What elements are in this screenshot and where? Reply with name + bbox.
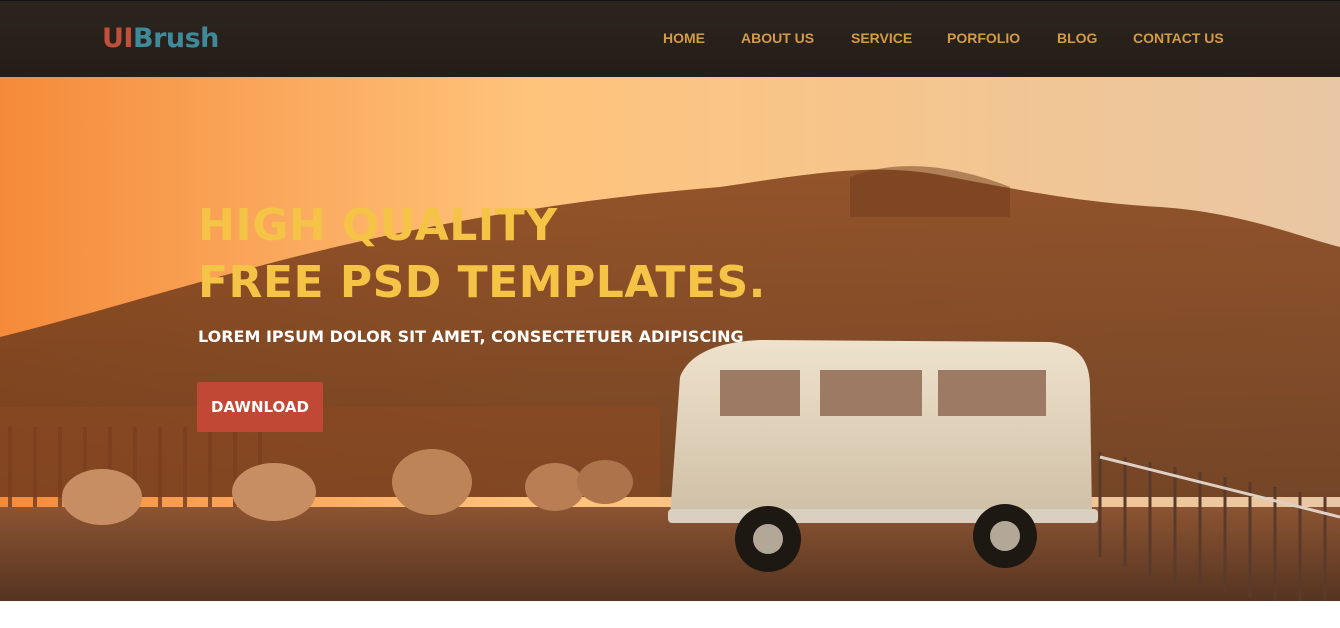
hero-title: HIGH QUALITY FREE PSD TEMPLATES. [198,197,766,311]
hero-subtitle: LOREM IPSUM DOLOR SIT AMET, CONSECTETUER… [198,327,744,346]
nav-about-us[interactable]: ABOUT US [741,30,814,46]
nav-contact-us[interactable]: CONTACT US [1133,30,1224,46]
hero-title-line-2: FREE PSD TEMPLATES. [198,257,766,308]
download-button[interactable]: DAWNLOAD [197,382,323,432]
top-navigation-bar: UIBrush HOME ABOUT US SERVICE PORFOLIO B… [0,0,1340,77]
hero-title-line-1: HIGH QUALITY [198,200,558,251]
nav-service[interactable]: SERVICE [851,30,912,46]
nav-home[interactable]: HOME [663,30,705,46]
hero-section: HIGH QUALITY FREE PSD TEMPLATES. LOREM I… [0,77,1340,601]
nav-blog[interactable]: BLOG [1057,30,1097,46]
main-nav: HOME ABOUT US SERVICE PORFOLIO BLOG CONT… [0,30,1340,50]
nav-portfolio[interactable]: PORFOLIO [947,30,1020,46]
